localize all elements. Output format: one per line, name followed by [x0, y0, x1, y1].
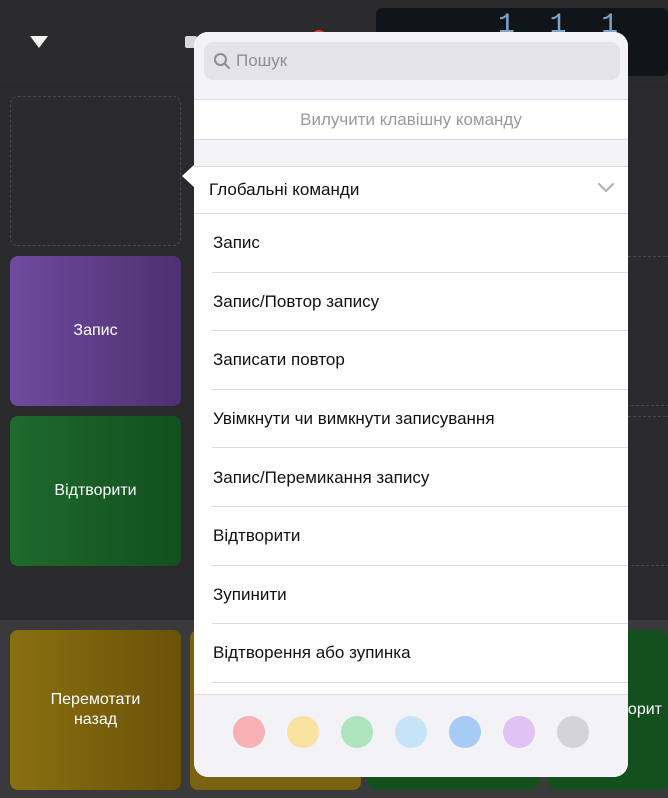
empty-pad[interactable]	[10, 96, 181, 246]
color-swatch-yellow[interactable]	[287, 716, 319, 748]
rewind-pad[interactable]: Перемотати назад	[10, 630, 181, 790]
chevron-down-icon	[598, 183, 614, 192]
command-item[interactable]: Записати повтор	[194, 331, 628, 390]
command-label: Запис/Перемикання запису	[213, 467, 430, 487]
command-item[interactable]: Запис/Перемикання запису	[194, 448, 628, 507]
search-icon	[214, 53, 230, 69]
key-command-popover: Вилучити клавішну команду Глобальні кома…	[194, 32, 628, 777]
color-swatch-red[interactable]	[233, 716, 265, 748]
command-label: Запис/Повтор запису	[213, 291, 380, 311]
play-pad-label: Відтворити	[54, 482, 137, 499]
command-item[interactable]: Відтворення або зупинка	[194, 624, 628, 683]
section-label: Глобальні команди	[209, 180, 360, 199]
play-pad[interactable]: Відтворити	[10, 416, 181, 566]
record-pad[interactable]: Запис	[10, 256, 181, 406]
command-item[interactable]: Увімкнути чи вимкнути записування	[194, 390, 628, 449]
rewind-pad-label: Перемотати назад	[50, 691, 141, 728]
command-item[interactable]: Запис	[194, 214, 628, 273]
color-swatch-blue[interactable]	[449, 716, 481, 748]
remove-key-command-button[interactable]: Вилучити клавішну команду	[194, 99, 628, 140]
command-label: Записати повтор	[213, 350, 345, 370]
section-header-global-commands[interactable]: Глобальні команди	[194, 166, 628, 214]
command-label: Відтворення або зупинка	[213, 643, 411, 663]
record-pad-label: Запис	[73, 322, 118, 339]
search-input[interactable]	[236, 51, 606, 71]
command-list: Запис Запис/Повтор запису Записати повто…	[194, 214, 628, 683]
command-item[interactable]: Запис/Повтор запису	[194, 273, 628, 332]
dropdown-triangle-icon[interactable]	[30, 36, 48, 48]
command-label: Зупинити	[213, 584, 287, 604]
color-swatch-gray[interactable]	[557, 716, 589, 748]
command-item[interactable]: Відтворити	[194, 507, 628, 566]
color-swatch-light-blue[interactable]	[395, 716, 427, 748]
color-picker	[194, 694, 628, 777]
spacer	[194, 140, 628, 166]
command-label: Запис	[213, 233, 260, 253]
command-item[interactable]: Зупинити	[194, 566, 628, 625]
command-label: Увімкнути чи вимкнути записування	[213, 409, 495, 429]
color-swatch-green[interactable]	[341, 716, 373, 748]
search-field[interactable]	[204, 42, 620, 80]
command-label: Відтворити	[213, 526, 301, 546]
color-swatch-purple[interactable]	[503, 716, 535, 748]
